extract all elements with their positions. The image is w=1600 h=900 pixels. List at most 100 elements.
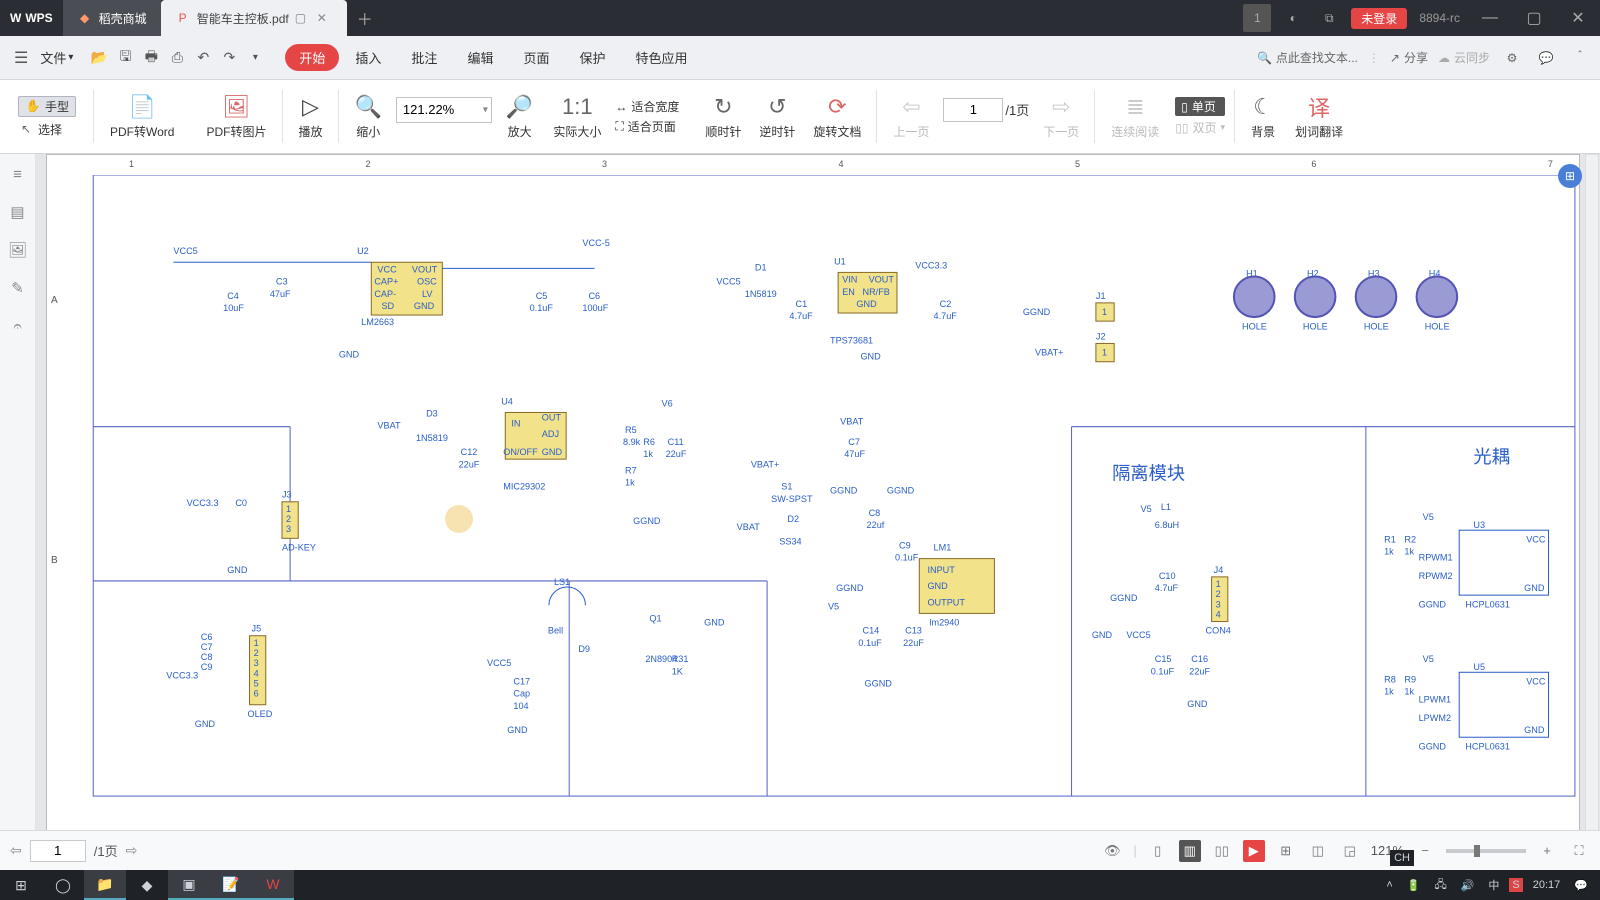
svg-text:D2: D2 — [787, 514, 799, 524]
tab-restore-icon[interactable]: ▢ — [295, 11, 311, 25]
thumbnails-icon[interactable]: ▤ — [6, 200, 30, 224]
scrollbar-vertical[interactable] — [1585, 154, 1599, 846]
menu-start[interactable]: 开始 — [285, 44, 339, 71]
single-page-button[interactable]: ▯单页 — [1175, 97, 1225, 116]
select-tool[interactable]: ↖ 选择 — [18, 121, 76, 138]
side-handle-icon[interactable]: ≡ — [6, 162, 30, 186]
undo-icon[interactable]: ↶ — [191, 46, 215, 70]
background-button[interactable]: ☾ 背景 — [1245, 93, 1281, 140]
view-single-icon[interactable]: ▯ — [1147, 840, 1169, 862]
hand-tool[interactable]: ✋ 手型 — [18, 96, 76, 117]
print-preview-icon[interactable]: ⎙ — [165, 46, 189, 70]
attachments-icon[interactable]: 🖼 — [6, 238, 30, 262]
file-menu[interactable]: 文件▾ — [36, 48, 77, 67]
open-icon[interactable]: 📂 — [87, 46, 111, 70]
double-page-button[interactable]: ▯▯双页▾ — [1175, 119, 1225, 136]
badge-icon[interactable]: 1 — [1243, 4, 1271, 32]
status-page-input[interactable] — [30, 840, 86, 862]
actual-size-button[interactable]: 1:1 实际大小 — [547, 93, 607, 140]
qat-more-icon[interactable]: ▾ — [243, 46, 267, 70]
tray-ime-label[interactable]: CH — [1390, 850, 1414, 866]
svg-text:1k: 1k — [643, 449, 653, 459]
new-tab-button[interactable]: ＋ — [347, 6, 383, 30]
status-zoom-in-icon[interactable]: + — [1536, 840, 1558, 862]
tab-close-icon[interactable]: ✕ — [317, 11, 333, 25]
zoom-out-button[interactable]: 🔍 缩小 — [349, 93, 388, 140]
pdf-to-word-button[interactable]: 📄 PDF转Word — [104, 93, 180, 140]
minimize-button[interactable]: — — [1472, 0, 1508, 36]
taskbar-app1[interactable]: ◆ — [126, 870, 168, 900]
continuous-button[interactable]: ≣ 连续阅读 — [1105, 93, 1165, 140]
next-page-button[interactable]: ⇨ 下一页 — [1037, 93, 1085, 140]
cloud-sync[interactable]: ☁ 云同步 — [1438, 49, 1490, 66]
hamburger-icon[interactable]: ☰ — [8, 48, 34, 68]
menu-special[interactable]: 特色应用 — [621, 44, 701, 71]
menu-insert[interactable]: 插入 — [341, 44, 395, 71]
play-button[interactable]: ▷ 播放 — [293, 93, 329, 140]
feedback-icon[interactable]: ⧉ — [1315, 4, 1343, 32]
menu-page[interactable]: 页面 — [509, 44, 563, 71]
tray-notifications-icon[interactable]: 💬 — [1570, 879, 1592, 892]
taskbar-app2[interactable]: ▣ — [168, 870, 210, 900]
svg-text:VOUT: VOUT — [869, 275, 895, 285]
tool1-icon[interactable]: ⊞ — [1275, 840, 1297, 862]
fullscreen-icon[interactable]: ⛶ — [1568, 840, 1590, 862]
translate-button[interactable]: 译 划词翻译 — [1289, 93, 1349, 140]
tray-clock[interactable]: 20:17 — [1529, 879, 1565, 891]
floating-assist-button[interactable]: ⊞ — [1558, 164, 1582, 188]
zoom-input[interactable] — [396, 97, 492, 123]
status-play-icon[interactable]: ▶ — [1243, 840, 1265, 862]
tray-lang[interactable]: 中 — [1484, 877, 1503, 893]
taskbar-chrome[interactable]: ◯ — [42, 870, 84, 900]
redo-icon[interactable]: ↷ — [217, 46, 241, 70]
taskbar-notepad[interactable]: 📝 — [210, 870, 252, 900]
menu-protect[interactable]: 保护 — [565, 44, 619, 71]
settings-icon[interactable]: ⚙ — [1500, 46, 1524, 70]
taskbar-explorer[interactable]: 📁 — [84, 870, 126, 900]
fit-page-button[interactable]: ⛶适合页面 — [615, 118, 679, 135]
zoom-slider[interactable] — [1446, 849, 1526, 853]
prev-page-button[interactable]: ⇦ 上一页 — [887, 93, 935, 140]
menu-edit[interactable]: 编辑 — [453, 44, 507, 71]
badge-count: 1 — [1254, 11, 1261, 25]
zoom-slider-thumb[interactable] — [1474, 845, 1480, 857]
rotate-cw-button[interactable]: ↻ 顺时针 — [699, 93, 747, 140]
share-button[interactable]: ↗ 分享 — [1390, 49, 1428, 66]
tray-volume-icon[interactable]: 🔊 — [1457, 879, 1479, 892]
tool2-icon[interactable]: ◫ — [1307, 840, 1329, 862]
page-input[interactable] — [943, 98, 1003, 122]
annotations-icon[interactable]: ✎ — [6, 276, 30, 300]
search-box[interactable]: 🔍 点此查找文本... ⋮ — [1257, 49, 1380, 66]
menu-comment[interactable]: 批注 — [397, 44, 451, 71]
maximize-button[interactable]: ▢ — [1516, 0, 1552, 36]
eye-icon[interactable]: 👁 — [1101, 840, 1123, 862]
rotate-doc-button[interactable]: ⟳ 旋转文档 — [807, 93, 867, 140]
message-icon[interactable]: 💬 — [1534, 46, 1558, 70]
status-next-icon[interactable]: ⇨ — [126, 842, 138, 859]
status-zoom-out-icon[interactable]: − — [1414, 840, 1436, 862]
tray-network-icon[interactable]: 🖧 — [1430, 876, 1450, 895]
bookmarks-icon[interactable]: 𝄐 — [6, 314, 30, 338]
zoom-in-button[interactable]: 🔎 放大 — [500, 93, 539, 140]
close-button[interactable]: ✕ — [1560, 0, 1596, 36]
save-icon[interactable]: 🖫 — [113, 46, 137, 70]
start-button[interactable]: ⊞ — [0, 870, 42, 900]
tray-battery-icon[interactable]: 🔋 — [1403, 879, 1425, 892]
pdf-to-image-button[interactable]: 🖼 PDF转图片 — [200, 93, 272, 140]
document-area[interactable]: 1 2 3 4 5 6 7 A B VCC5 U2 VC — [36, 154, 1600, 860]
print-icon[interactable]: 🖶 — [139, 46, 163, 70]
view-continuous-icon[interactable]: ▥ — [1179, 840, 1201, 862]
tray-up-icon[interactable]: ˄ — [1382, 879, 1396, 891]
fit-width-button[interactable]: ↔适合宽度 — [615, 98, 679, 115]
status-prev-icon[interactable]: ⇦ — [10, 842, 22, 859]
skin-icon[interactable]: ◐ — [1279, 4, 1307, 32]
collapse-icon[interactable]: ＾ — [1568, 46, 1592, 70]
rotate-ccw-button[interactable]: ↺ 逆时针 — [753, 93, 801, 140]
login-button[interactable]: 未登录 — [1351, 8, 1407, 29]
tool3-icon[interactable]: ◲ — [1339, 840, 1361, 862]
taskbar-wps[interactable]: W — [252, 870, 294, 900]
tab-store[interactable]: ◆ 稻壳商城 — [63, 0, 161, 36]
tray-ime-icon[interactable]: S — [1509, 878, 1522, 892]
tab-document[interactable]: P 智能车主控板.pdf ▢ ✕ — [161, 0, 347, 36]
view-double-icon[interactable]: ▯▯ — [1211, 840, 1233, 862]
